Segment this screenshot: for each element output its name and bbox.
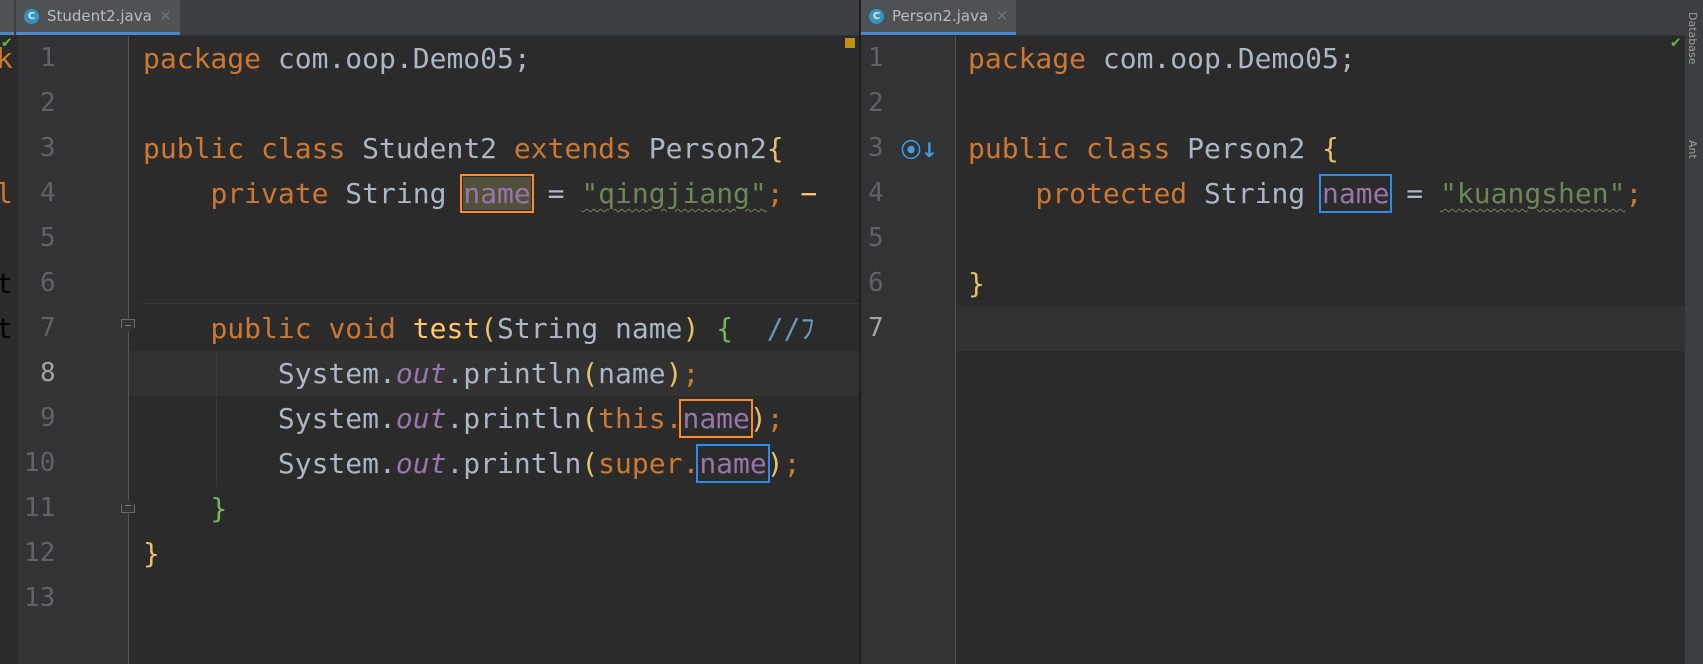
line-number: 7 (40, 313, 56, 343)
line-number: 5 (40, 223, 56, 253)
line-number: 2 (868, 88, 884, 118)
code-line-1: package com.oop.Demo05; (143, 42, 531, 75)
string-literal: "kuangshen" (1440, 177, 1626, 210)
tab-label: Person2.java (892, 7, 989, 25)
line-number: 3 (868, 133, 884, 163)
tab-student2-java[interactable]: C Student2.java × (16, 0, 180, 35)
offscreen-code-fragment: t (0, 267, 13, 300)
left-tab-bar: C Student2.java × (0, 0, 859, 36)
line-number: 11 (24, 493, 56, 523)
close-icon[interactable]: × (996, 8, 1008, 24)
line-number: 5 (868, 223, 884, 253)
hidden-tab[interactable] (0, 0, 14, 35)
line-number-current: 7 (868, 313, 884, 343)
field-name-highlight: name (1318, 174, 1393, 213)
warning-stripe-marker[interactable] (845, 38, 855, 48)
line-number-current: 8 (40, 358, 56, 388)
code-line-3: public class Person2 { (968, 132, 1339, 165)
checkmark-icon: ✔ (2, 32, 12, 51)
line-number: 4 (868, 178, 884, 208)
code-line-1: package com.oop.Demo05; (968, 42, 1356, 75)
code-line-8: System.out.println(name); (277, 357, 700, 390)
code-line-3: public class Student2 extends Person2{ (143, 132, 784, 165)
code-line-9: System.out.println(this.name); (277, 399, 784, 438)
super-name-highlight: name (696, 444, 770, 483)
string-literal: "qingjiang" (581, 177, 767, 210)
right-editor-pane: C Person2.java × 1 2 3 4 5 6 7 ⦿↓ packag… (861, 0, 1703, 664)
java-class-icon: C (24, 8, 39, 24)
line-number: 4 (40, 178, 56, 208)
tool-window-strip: Database Ant (1685, 0, 1703, 664)
line-number: 6 (868, 268, 884, 298)
code-line-10: System.out.println(super.name); (277, 444, 801, 483)
right-tab-bar: C Person2.java × (861, 0, 1703, 36)
overridden-field-icon[interactable]: ⦿↓ (901, 134, 938, 162)
database-tool-tab[interactable]: Database (1686, 12, 1699, 65)
field-name-highlight: name (460, 174, 534, 213)
code-line-6: } (968, 267, 985, 300)
this-name-highlight: name (679, 399, 753, 438)
line-number: 6 (40, 268, 56, 298)
method-separator (142, 303, 859, 304)
code-line-12: } (143, 537, 160, 570)
line-number: 1 (40, 43, 56, 73)
code-line-4: protected String name = "kuangshen"; (1035, 174, 1643, 213)
line-number: 9 (40, 403, 56, 433)
tab-label: Student2.java (47, 7, 152, 25)
code-line-4: private String name = "qingjiang"; − (210, 174, 818, 213)
offscreen-code-fragment: l (0, 177, 13, 210)
code-line-7: public void test(String name) { //ﾌ (210, 312, 815, 345)
offscreen-code-fragment: t (0, 312, 13, 345)
line-number: 10 (24, 448, 56, 478)
tab-person2-java[interactable]: C Person2.java × (861, 0, 1016, 35)
close-icon[interactable]: × (160, 8, 172, 24)
line-number: 2 (40, 88, 56, 118)
line-number: 1 (868, 43, 884, 73)
line-number: 13 (24, 583, 56, 613)
line-number: 3 (40, 133, 56, 163)
left-editor-pane: C Student2.java × k l t t ✔ 1 2 3 4 5 6 … (0, 0, 859, 664)
java-class-icon: C (869, 8, 884, 24)
line-number: 12 (24, 538, 56, 568)
checkmark-icon: ✔ (1671, 32, 1681, 51)
code-line-11: } (210, 492, 228, 525)
ant-tool-tab[interactable]: Ant (1686, 140, 1699, 159)
current-line-highlight (956, 306, 1685, 351)
